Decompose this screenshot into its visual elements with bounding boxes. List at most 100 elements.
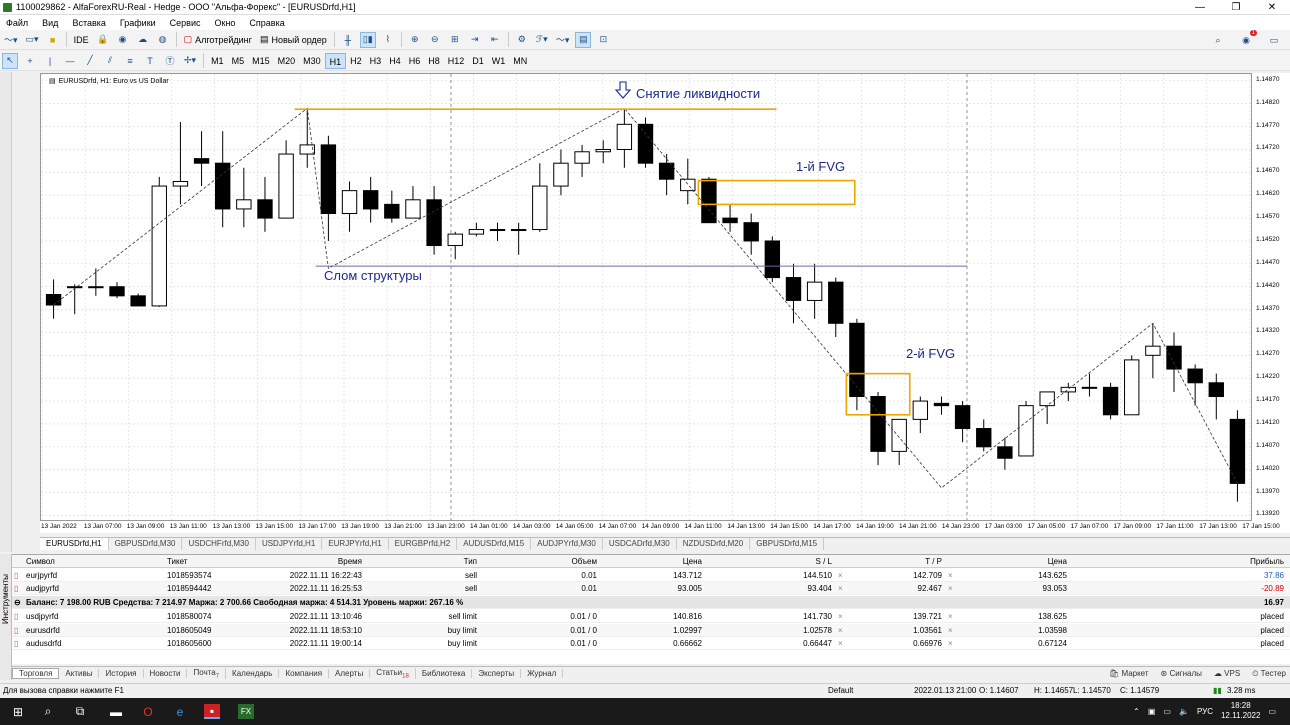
tray-app-icon[interactable]: ▣ [1148,707,1156,716]
timeframe-w1[interactable]: W1 [488,53,510,69]
close-button[interactable]: ✕ [1254,0,1290,15]
tp-remove-icon[interactable]: × [948,626,953,635]
terminal-tab[interactable]: Библиотека [416,669,473,678]
sl-remove-icon[interactable]: × [838,612,843,621]
timeframe-d1[interactable]: D1 [468,53,488,69]
windows-start-icon[interactable]: ⊞ [10,704,26,719]
timeframe-h2[interactable]: H2 [346,53,366,69]
balance-row[interactable]: ⊖ Баланс: 7 198.00 RUB Средства: 7 214.97… [12,596,1290,609]
tile-windows-icon[interactable]: ⊞ [447,32,463,48]
bar-chart-icon[interactable]: ╫ [340,32,356,48]
new-order-button[interactable]: ▤ Новый ордер [258,32,329,48]
terminal-tab[interactable]: Торговля [12,668,60,679]
sl-remove-icon[interactable]: × [838,626,843,635]
terminal-tab[interactable]: Статьи18 [370,667,416,680]
sl-remove-icon[interactable]: × [838,584,843,593]
task-view-icon[interactable]: ⧉ [72,704,88,719]
screenshot-icon[interactable]: ⊡ [595,32,611,48]
trend-line-icon[interactable]: ╱ [82,53,98,69]
terminal-tab[interactable]: История [99,669,144,678]
language-indicator[interactable]: РУС [1197,707,1213,716]
timeframe-h3[interactable]: H3 [366,53,386,69]
horizontal-line-icon[interactable]: — [62,53,78,69]
menu-tools[interactable]: Сервис [170,18,201,28]
label-icon[interactable]: Ⓣ [162,53,178,69]
profiles-icon[interactable]: ▭▾ [24,32,41,48]
edge-icon[interactable]: e [172,704,188,719]
terminal-tab[interactable]: Компания [279,669,330,678]
zoom-in-icon[interactable]: ⊕ [407,32,423,48]
radio-icon[interactable]: ◉ [115,32,131,48]
chart-tab[interactable]: EURUSDrfd,H1 [40,538,109,550]
candlestick-chart[interactable]: Снятие ликвидности 1-й FVG 2-й FVG Слом стр… [41,74,1251,520]
tp-remove-icon[interactable]: × [948,571,953,580]
terminal-tab[interactable]: Активы [59,669,100,678]
market-tab[interactable]: 🛍 Маркет [1109,669,1148,679]
sl-remove-icon[interactable]: × [838,639,843,648]
chart-tab[interactable]: USDCHFrfd,M30 [182,538,256,550]
search-taskbar-icon[interactable]: ⌕ [40,704,56,719]
zoom-out-icon[interactable]: ⊖ [427,32,443,48]
timeframe-h4[interactable]: H4 [385,53,405,69]
signals-tab[interactable]: ⊛ Сигналы [1161,669,1202,679]
line-chart-icon[interactable]: ⌇ [380,32,396,48]
layout-icon[interactable]: ▤ [575,31,592,48]
chart-tab[interactable]: AUDUSDrfd,M15 [457,538,532,550]
opera-icon[interactable]: O [140,704,156,719]
chart-tab[interactable]: NZDUSDrfd,M20 [677,538,751,550]
metatrader-icon[interactable]: FX [238,704,254,719]
timeframe-m5[interactable]: M5 [228,53,249,69]
terminal-tab[interactable]: Почта7 [187,667,227,680]
globe-icon[interactable]: ◍ [155,32,171,48]
time-axis[interactable]: 13 Jan 2022 13 Jan 07:00 13 Jan 09:00 13 Ja… [40,521,1290,533]
tp-remove-icon[interactable]: × [948,584,953,593]
timeframe-mn[interactable]: MN [509,53,531,69]
chart-menu-icon[interactable]: ▤ [49,77,56,85]
network-icon[interactable]: ▭ [1163,707,1171,716]
new-chart-icon[interactable]: 〜▾ [2,32,20,48]
shapes-icon[interactable]: ✢▾ [182,53,198,69]
timeframe-m20[interactable]: M20 [274,53,300,69]
timeframe-h1[interactable]: H1 [324,52,347,69]
app-red-icon[interactable]: ▪ [204,704,220,719]
text-icon[interactable]: T [142,53,158,69]
terminal-tab[interactable]: Календарь [226,669,280,678]
chart-tab[interactable]: USDJPYrfd,H1 [256,538,323,550]
timeframe-h8[interactable]: H8 [424,53,444,69]
market-watch-icon[interactable]: ■ [45,32,61,48]
chart-shift-icon[interactable]: ⇤ [487,32,503,48]
menu-window[interactable]: Окно [215,18,236,28]
menu-file[interactable]: Файл [6,18,28,28]
terminal-tab[interactable]: Новости [144,669,188,678]
minimize-button[interactable]: — [1182,0,1218,15]
price-axis[interactable]: 1.14870 1.14820 1.14770 1.14720 1.14670 1.146… [1252,73,1290,521]
fibonacci-icon[interactable]: ≡ [122,53,138,69]
notifications-icon[interactable]: ◉ 1 [1238,30,1257,48]
tp-remove-icon[interactable]: × [948,612,953,621]
tray-chevron-icon[interactable]: ⌃ [1133,707,1140,716]
vertical-line-icon[interactable]: | [42,53,58,69]
chart-tab[interactable]: EURGBPrfd,H2 [389,538,458,550]
chart-tab[interactable]: EURJPYrfd,H1 [322,538,389,550]
algotrading-button[interactable]: ▢ Алготрейдинг [182,32,254,48]
collapse-icon[interactable]: ⊖ [14,598,21,607]
cloud-icon[interactable]: ☁ [135,32,151,48]
menu-view[interactable]: Вид [42,18,58,28]
timeframe-h12[interactable]: H12 [444,53,469,69]
timeframe-h6[interactable]: H6 [405,53,425,69]
menu-insert[interactable]: Вставка [72,18,105,28]
search-icon[interactable]: ⌕ [1210,32,1226,48]
settings-icon[interactable]: ⚙ [514,32,530,48]
chart-area[interactable]: ▤ EURUSDrfd, H1: Euro vs US Dollar Сняти… [40,73,1252,521]
terminal-tab[interactable]: Эксперты [472,669,522,678]
timeframe-m15[interactable]: M15 [248,53,274,69]
timeframe-m1[interactable]: M1 [207,53,228,69]
table-row[interactable]: ▯ eurusdrfd 1018605049 2022.11.11 18:53:10 b… [12,623,1290,637]
autoscroll-icon[interactable]: ⇥ [467,32,483,48]
cursor-icon[interactable]: ↖ [2,52,18,69]
chart-tab[interactable]: USDCADrfd,M30 [603,538,677,550]
templates-icon[interactable]: 〜▾ [554,32,572,48]
chart-tab[interactable]: GBPUSDrfd,M15 [750,538,825,550]
file-explorer-icon[interactable]: ▬ [108,704,124,719]
chart-tab[interactable]: AUDJPYrfd,M30 [531,538,603,550]
